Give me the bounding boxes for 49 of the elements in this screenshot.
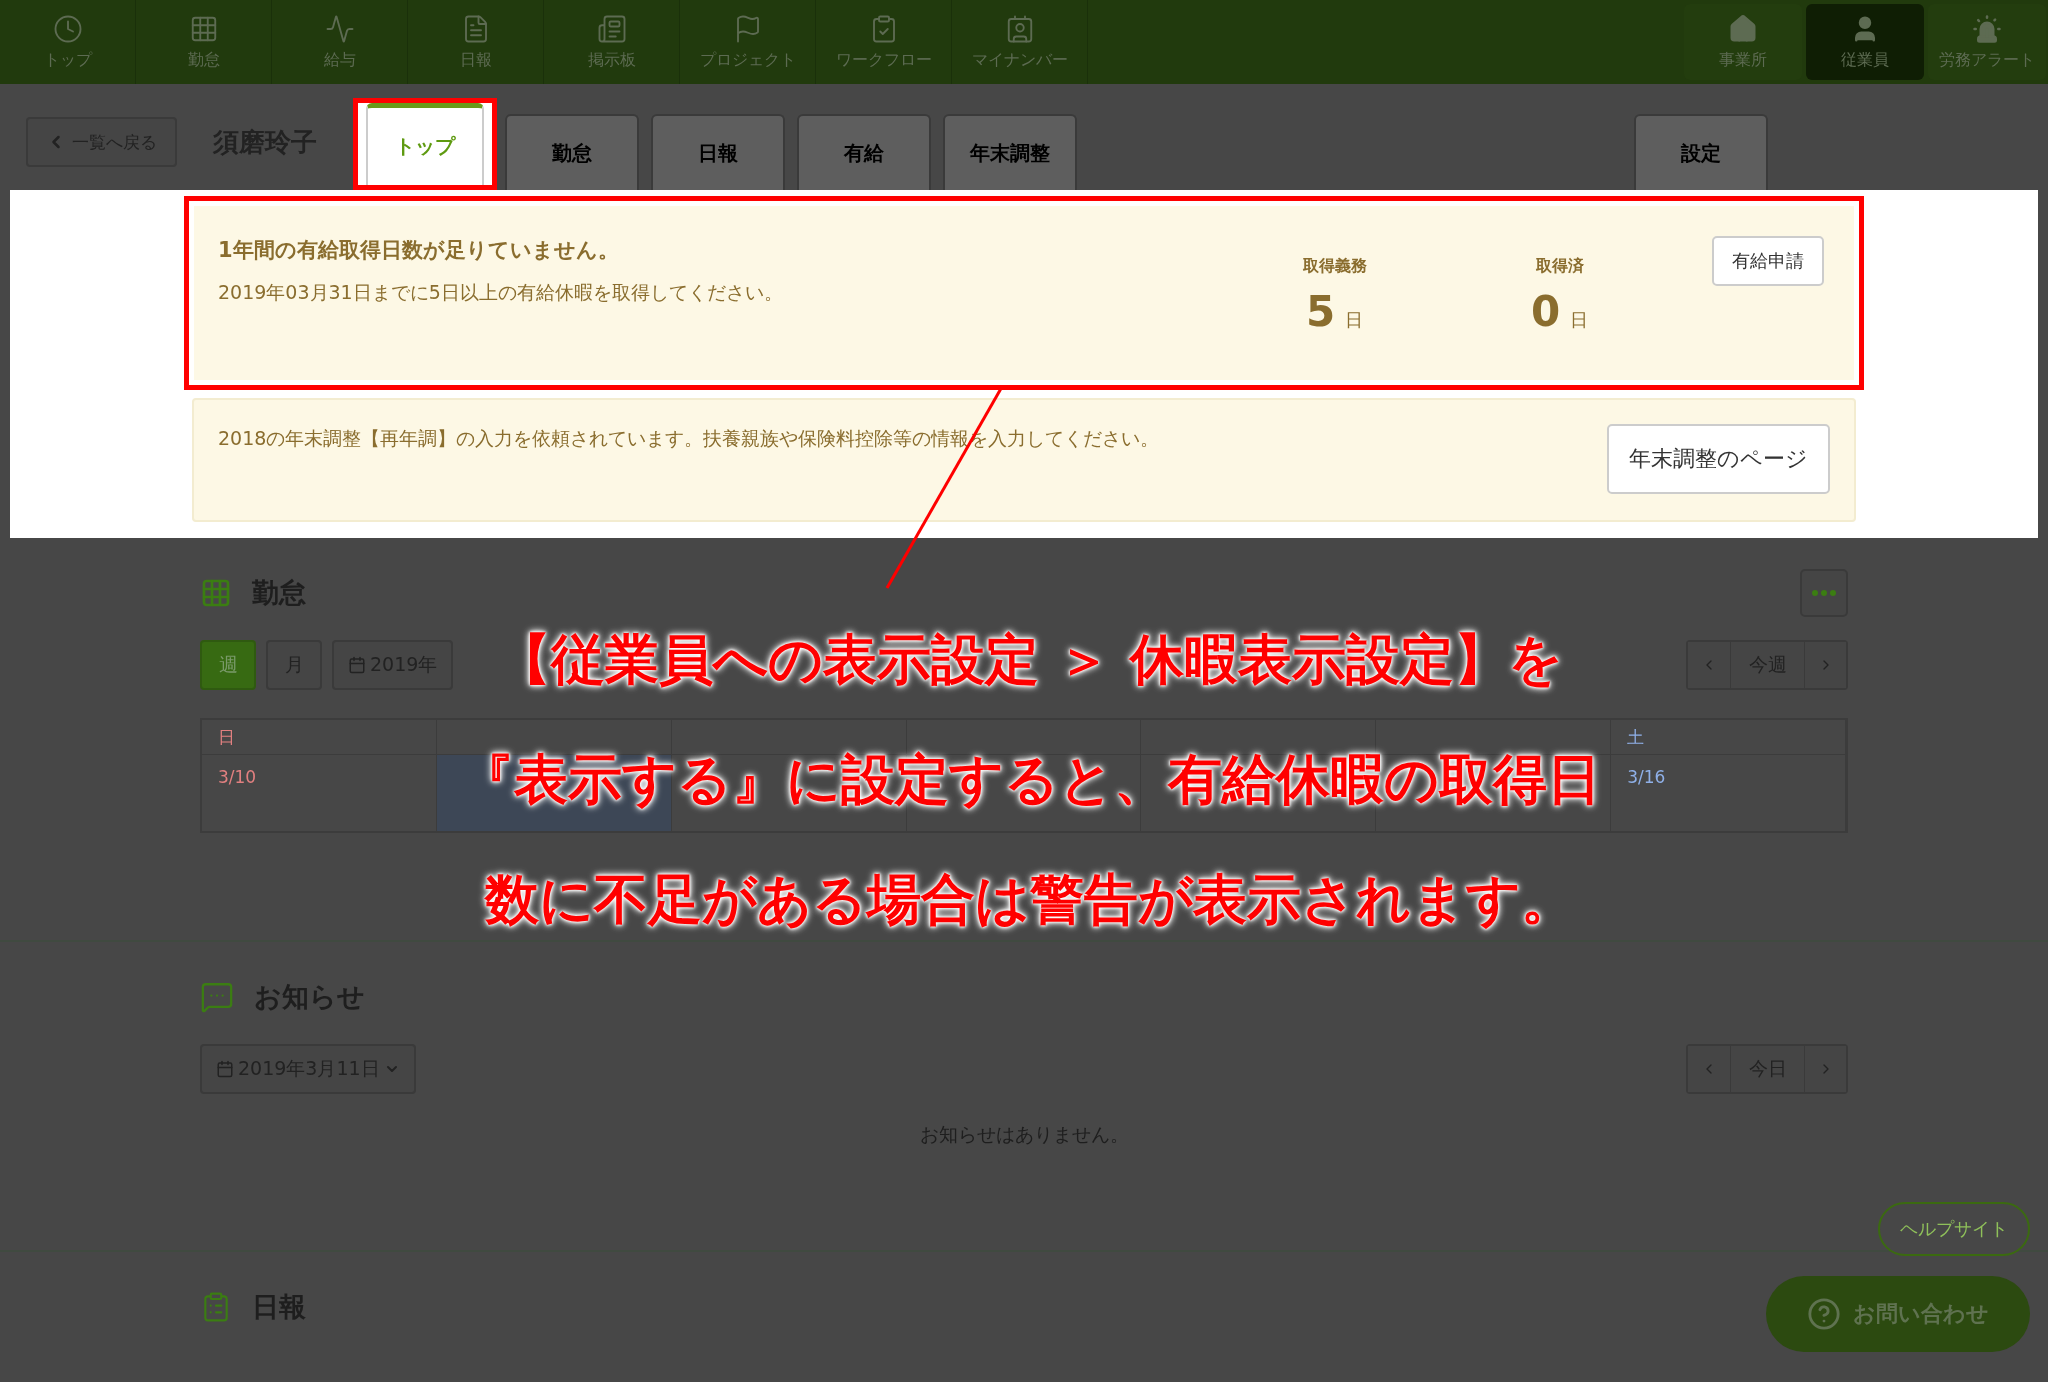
nav-item[interactable]: 給与 — [272, 0, 408, 84]
annotation-text: 数に不足がある場合は警告が表示されます。 — [485, 867, 1575, 933]
alert-message: 2019年03月31日までに5日以上の有給休暇を取得してください。 — [218, 280, 784, 305]
annotation-text: 『表示する』に設定すると、有給休暇の取得日 — [459, 747, 1601, 813]
alarm-light-icon — [1972, 13, 2002, 44]
nav-item[interactable]: 従業員 — [1806, 4, 1924, 80]
stat-value: 5 — [1305, 287, 1336, 336]
weekday-label: 日 — [218, 727, 235, 747]
nav-item[interactable]: ワークフロー — [816, 0, 952, 84]
weekday-label: 土 — [1627, 727, 1645, 747]
stat-unit: 日 — [1570, 308, 1589, 332]
help-site-button[interactable]: ヘルプサイト — [1878, 1202, 2030, 1256]
tab[interactable]: 日報 — [651, 114, 785, 190]
date-label: 3/16 — [1627, 767, 1666, 787]
leave-request-button[interactable]: 有給申請 — [1712, 236, 1824, 286]
help-icon — [1807, 1297, 1841, 1331]
nav-item[interactable]: トップ — [0, 0, 136, 84]
next-button[interactable] — [1804, 642, 1846, 688]
alert-title: 1年間の有給取得日数が足りていません。 — [218, 237, 620, 264]
nav-icon — [596, 13, 627, 44]
calendar-icon — [216, 1060, 234, 1078]
nav-item[interactable]: 日報 — [408, 0, 544, 84]
nav-item[interactable]: 掲示板 — [544, 0, 680, 84]
stat-label: 取得義務 — [1302, 256, 1367, 277]
stat-value: 0 — [1530, 287, 1561, 336]
grid-icon — [200, 577, 232, 609]
speech-bubble-icon — [200, 980, 234, 1014]
nav-item[interactable]: マイナンバー — [952, 0, 1088, 84]
tab[interactable]: トップ — [366, 103, 484, 185]
year-end-page-button[interactable]: 年末調整のページ — [1607, 424, 1830, 494]
calendar-icon — [348, 656, 366, 674]
home-icon — [1728, 13, 1758, 44]
annotation-text: 【従業員への表示設定 ＞ 休暇表示設定】を — [496, 627, 1564, 693]
date-label: 3/10 — [218, 767, 257, 787]
nav-icon — [324, 13, 355, 44]
stat-label: 取得済 — [1535, 256, 1584, 277]
nav-item[interactable]: 勤怠 — [136, 0, 272, 84]
nav-item[interactable]: プロジェクト — [680, 0, 816, 84]
settings-tab[interactable]: 設定 — [1634, 114, 1768, 190]
tab[interactable]: 有給 — [797, 114, 931, 190]
tab[interactable]: 年末調整 — [943, 114, 1077, 190]
more-icon — [1812, 590, 1836, 596]
more-button[interactable] — [1800, 569, 1848, 617]
next-button[interactable] — [1804, 1046, 1846, 1092]
view-toggle[interactable]: 週 — [200, 640, 256, 690]
stat-unit: 日 — [1345, 308, 1364, 332]
nav-icon — [52, 13, 83, 44]
tab[interactable]: 勤怠 — [505, 114, 639, 190]
contact-button[interactable]: お問い合わせ — [1766, 1276, 2030, 1352]
